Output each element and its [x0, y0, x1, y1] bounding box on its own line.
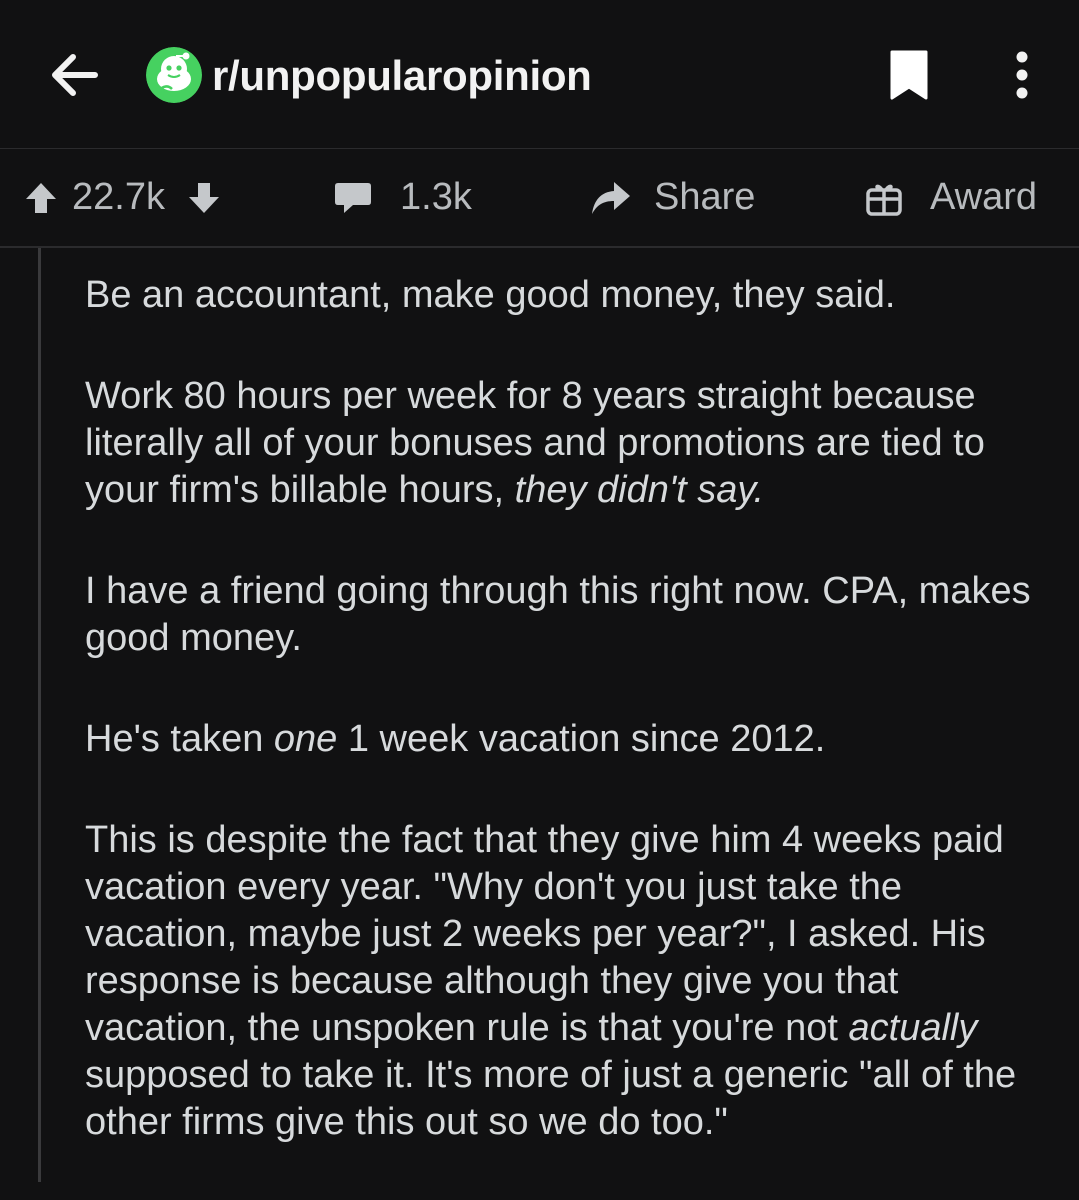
post-action-bar: 22.7k 1.3k Share Award — [0, 149, 1079, 246]
award-button[interactable]: Award — [866, 149, 1037, 246]
subreddit-name[interactable]: r/unpopularopinion — [212, 48, 592, 104]
award-label: Award — [930, 176, 1038, 218]
arrow-left-icon — [52, 54, 98, 96]
downvote-button[interactable] — [187, 181, 221, 215]
comment-paragraph: I have a friend going through this right… — [85, 570, 1031, 659]
top-app-bar: r/unpopularopinion — [0, 0, 1079, 148]
share-button[interactable]: Share — [590, 149, 755, 246]
arrow-down-icon — [188, 182, 219, 213]
gift-icon — [866, 184, 902, 216]
comment-paragraph: This is despite the fact that they give … — [85, 819, 1017, 1143]
bookmark-button[interactable] — [878, 44, 940, 106]
action-bar-divider — [0, 246, 1079, 248]
overflow-menu-button[interactable] — [998, 44, 1046, 106]
comment-paragraph: Be an accountant, make good money, they … — [85, 274, 896, 316]
comment-body: Be an accountant, make good money, they … — [85, 272, 1060, 1200]
comment-paragraph: He's taken one 1 week vacation since 201… — [85, 718, 826, 760]
comments-count: 1.3k — [400, 176, 472, 218]
subreddit-snoo-icon — [146, 47, 202, 103]
bookmark-icon — [890, 50, 928, 100]
subreddit-avatar[interactable] — [146, 47, 202, 103]
comments-button[interactable]: 1.3k — [334, 149, 472, 246]
back-button[interactable] — [44, 44, 104, 106]
comment-thread-line[interactable] — [38, 248, 41, 1182]
share-arrow-icon — [592, 181, 630, 214]
share-label: Share — [654, 176, 756, 218]
more-vertical-icon — [1016, 51, 1028, 99]
comment-paragraph: Work 80 hours per week for 8 years strai… — [85, 375, 985, 511]
upvote-button[interactable] — [24, 181, 58, 215]
vote-group: 22.7k — [24, 149, 221, 246]
arrow-up-icon — [26, 182, 56, 213]
score-count: 22.7k — [72, 176, 165, 218]
comment-bubble-icon — [335, 182, 371, 213]
